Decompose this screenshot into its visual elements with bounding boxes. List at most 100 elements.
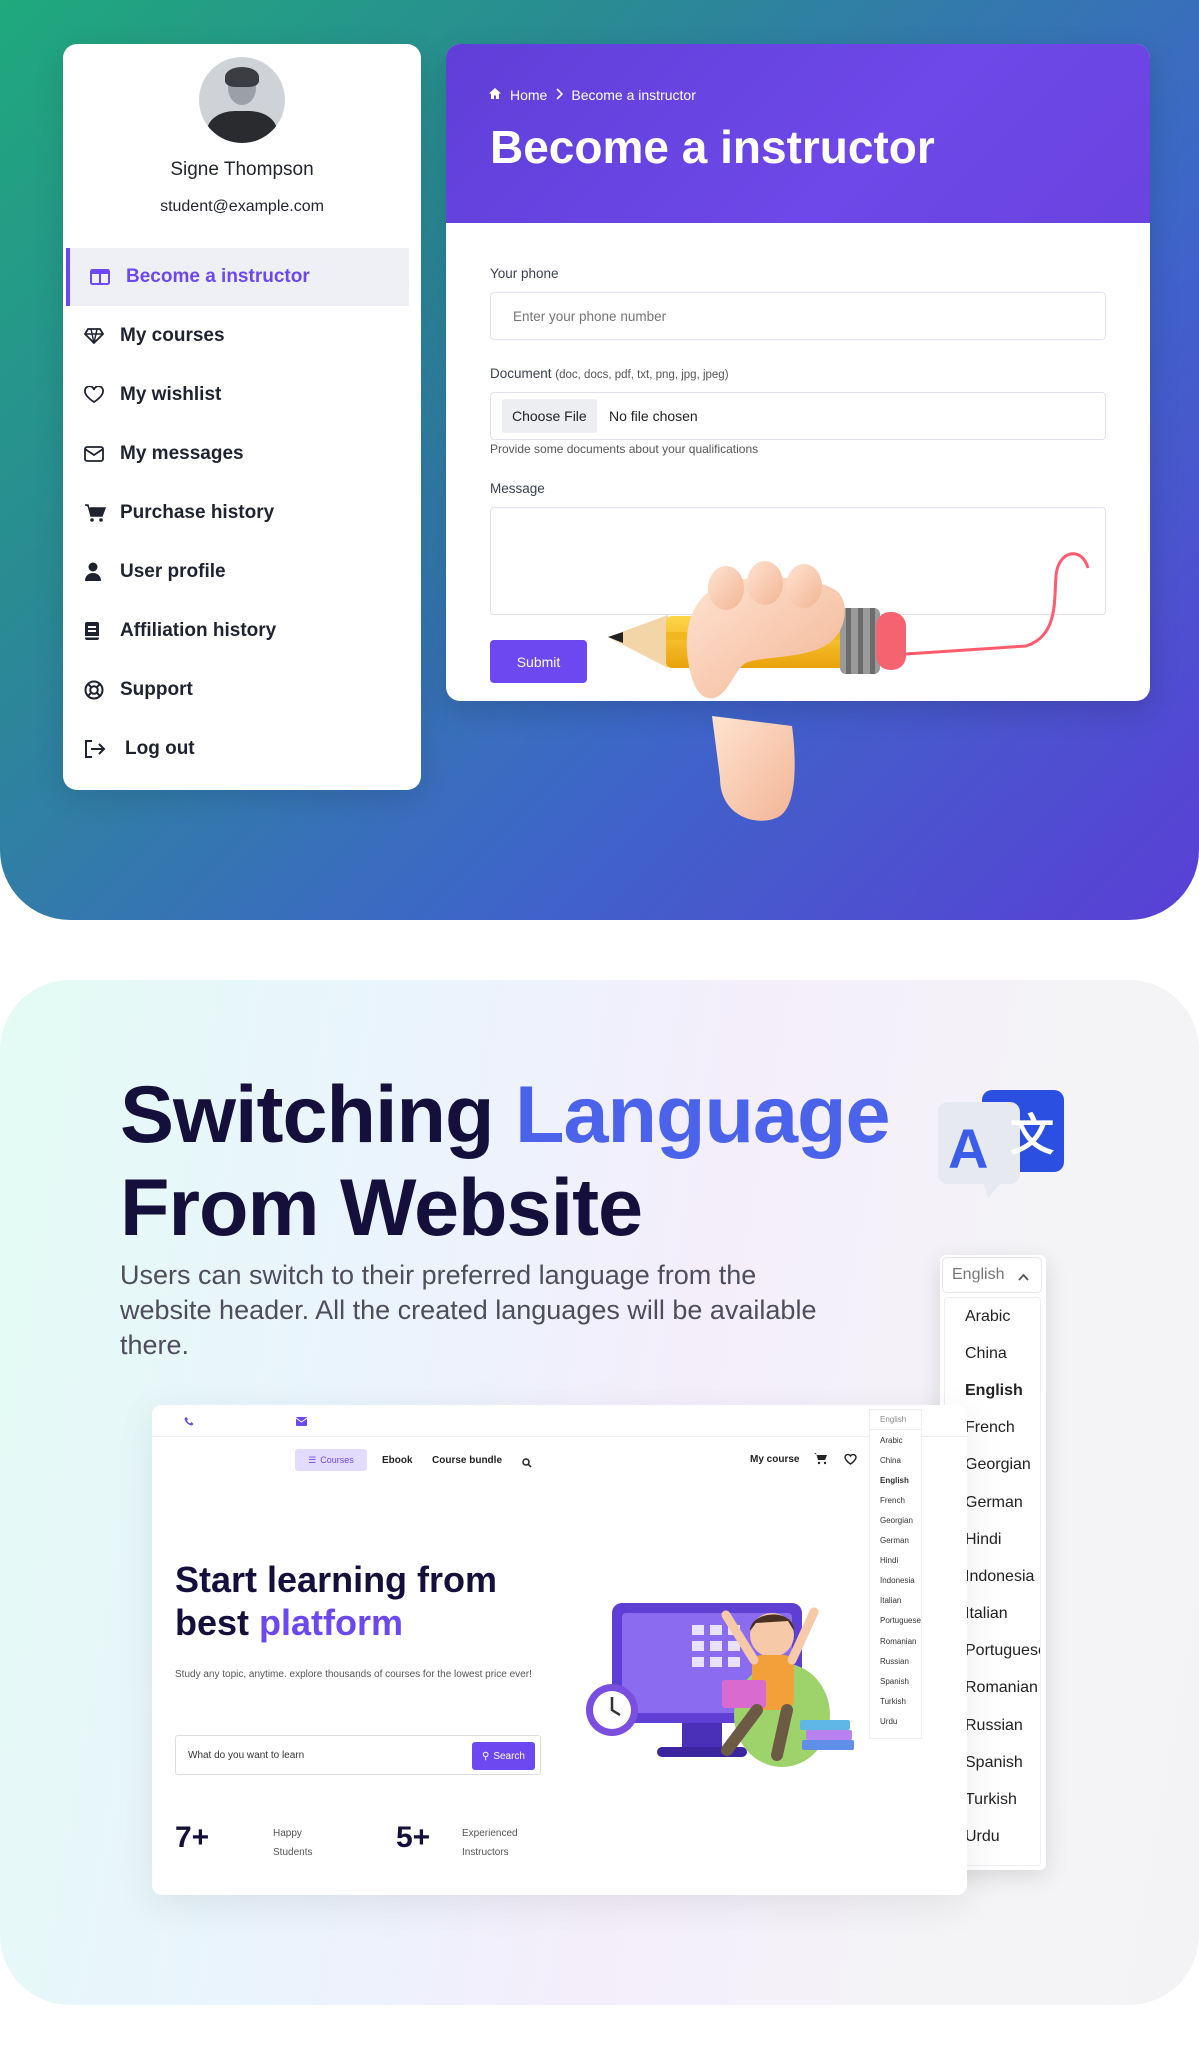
sidebar-item-label: Log out [125,738,195,759]
sidebar-item-my-courses[interactable]: My courses [66,307,409,365]
form-header: Home Become a instructor Become a instru… [446,44,1150,223]
sidebar-item-label: My wishlist [120,384,222,405]
stat-students-label: Happy Students [273,1828,313,1858]
feature-title-line1: Switching Language [120,1070,891,1160]
mockup-language-option[interactable]: Georgian [870,1510,921,1530]
sidebar-item-label: My messages [120,443,244,464]
file-status: No file chosen [609,408,698,424]
envelope-icon [84,446,112,462]
home-icon [488,87,502,103]
breadcrumb: Home Become a instructor [488,87,696,103]
mockup-language-option[interactable]: German [870,1531,921,1551]
mockup-language-dropdown: English Arabic China English French Geor… [869,1409,922,1739]
mockup-language-option[interactable]: Romanian [870,1631,921,1651]
sidebar-item-log-out[interactable]: Log out [66,720,409,778]
document-label: Document (doc, docs, pdf, txt, png, jpg,… [490,366,729,381]
mockup-language-option[interactable]: China [870,1450,921,1470]
sidebar-item-support[interactable]: Support [66,661,409,719]
hand-pencil-illustration [608,552,1090,821]
hero-section: Signe Thompson student@example.com Becom… [0,0,1199,920]
mockup-hero-subtitle: Study any topic, anytime. explore thousa… [175,1669,532,1680]
sidebar-item-user-profile[interactable]: User profile [66,543,409,601]
language-select[interactable]: English [942,1257,1042,1293]
mockup-search-field[interactable]: What do you want to learn ⚲ Search [175,1735,541,1775]
stat-instructors-label: Experienced Instructors [462,1828,518,1858]
message-label: Message [490,481,545,496]
sidebar-item-my-wishlist[interactable]: My wishlist [66,366,409,424]
mockup-topbar [152,1405,967,1437]
feature-description: Users can switch to their preferred lang… [120,1260,817,1360]
mockup-language-option[interactable]: Italian [870,1591,921,1611]
diamond-icon [84,328,112,344]
language-option[interactable]: China [945,1335,1040,1372]
breadcrumb-home[interactable]: Home [510,87,547,103]
chevron-right-icon [555,87,564,103]
cart-icon[interactable] [814,1452,828,1470]
menu-icon: ☰ [308,1454,317,1465]
avatar [199,57,285,143]
sidebar-item-purchase-history[interactable]: Purchase history [66,484,409,542]
sidebar-item-label: Affiliation history [120,620,277,641]
document-file-input[interactable]: Choose File No file chosen [490,392,1106,440]
user-email: student@example.com [160,198,324,215]
sidebar-item-label: My courses [120,325,225,346]
mockup-language-option[interactable]: French [870,1490,921,1510]
user-name: Signe Thompson [170,159,314,180]
submit-button[interactable]: Submit [490,640,587,683]
sidebar-item-label: Purchase history [120,502,275,523]
columns-icon [90,269,118,285]
feature-title-line2: From Website [120,1163,643,1253]
book-icon [84,621,112,641]
mockup-nav-course-bundle[interactable]: Course bundle [432,1455,502,1466]
breadcrumb-current: Become a instructor [571,87,696,103]
svg-text:A: A [948,1117,988,1180]
mockup-hero-title: Start learning from best platform [175,1559,498,1643]
heart-icon [84,386,112,404]
svg-text:文: 文 [1010,1111,1054,1160]
website-mockup: ☰ Courses Ebook Course bundle My course E… [152,1405,967,1895]
mockup-language-option[interactable]: Arabic [870,1430,921,1450]
translate-icon: A 文 [938,1090,1064,1198]
cart-icon [84,503,112,523]
stat-instructors-value: 5+ [396,1821,431,1854]
document-hint: Provide some documents about your qualif… [490,442,759,456]
sidebar-item-label: Become a instructor [126,266,310,287]
language-option-selected[interactable]: English [945,1372,1040,1409]
language-option[interactable]: Arabic [945,1298,1040,1335]
mockup-language-option[interactable]: Urdu [870,1711,921,1731]
sidebar-item-label: Support [120,679,193,700]
search-icon: ⚲ [481,1750,490,1762]
phone-label: Your phone [490,266,559,281]
email-icon [295,1413,308,1431]
mockup-language-option[interactable]: Spanish [870,1671,921,1691]
logout-icon [84,740,112,758]
sidebar-item-label: User profile [120,561,226,582]
mockup-language-option[interactable]: English [870,1470,921,1490]
mockup-courses-button[interactable]: ☰ Courses [295,1449,367,1471]
mockup-language-option[interactable]: Russian [870,1651,921,1671]
sidebar-item-my-messages[interactable]: My messages [66,425,409,483]
mockup-language-option[interactable]: Portuguese [870,1611,921,1631]
heart-icon[interactable] [844,1452,857,1470]
mockup-language-option[interactable]: Turkish [870,1691,921,1711]
document-types: (doc, docs, pdf, txt, png, jpg, jpeg) [555,369,729,381]
choose-file-button[interactable]: Choose File [502,399,597,433]
chevron-up-icon [1018,1268,1029,1286]
lifebuoy-icon [84,680,112,700]
phone-icon [184,1413,194,1431]
stat-students-value: 7+ [175,1821,210,1854]
phone-input[interactable] [490,292,1106,340]
mockup-nav-ebook[interactable]: Ebook [382,1455,413,1466]
mockup-language-option[interactable]: Indonesia [870,1571,921,1591]
sidebar-item-become-instructor[interactable]: Become a instructor [66,248,409,306]
sidebar-item-affiliation-history[interactable]: Affiliation history [66,602,409,660]
user-icon [84,562,112,582]
mockup-search-button[interactable]: ⚲ Search [472,1742,535,1770]
mockup-language-option[interactable]: Hindi [870,1551,921,1571]
mockup-nav-my-course[interactable]: My course [750,1454,799,1465]
student-laptop-illustration [586,1603,854,1767]
search-icon[interactable] [522,1455,532,1473]
dashboard-sidebar: Signe Thompson student@example.com Becom… [63,44,421,790]
page-title: Become a instructor [490,121,935,173]
mockup-language-select[interactable]: English [870,1410,921,1431]
